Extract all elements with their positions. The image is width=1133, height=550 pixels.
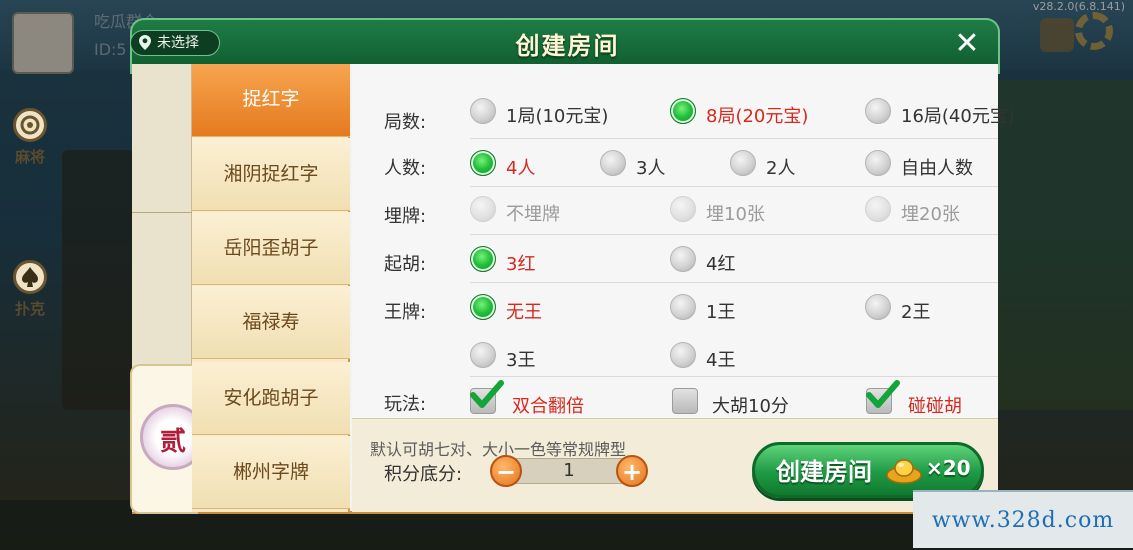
option-label: 1王 [706,302,736,323]
game-tab-chenzhou[interactable]: 郴州字牌 [192,436,350,509]
option-label: 16局(40元宝) [901,106,1015,127]
row-divider [470,138,998,139]
option-label: 2王 [901,302,931,323]
row-divider [470,376,998,377]
play-label: 玩法: [384,394,427,415]
radio-button [670,196,696,222]
score-increase-button[interactable]: + [616,455,648,487]
option-label: 3人 [636,158,666,179]
radio-button [600,150,626,176]
radio-button-selected [470,246,496,272]
option-label: 埋20张 [901,204,960,225]
radio-button [865,150,891,176]
game-tab-anhua[interactable]: 安化跑胡子 [192,362,350,435]
option-label: 8局(20元宝) [706,106,809,127]
plus-icon: + [621,458,643,486]
option-label: 不埋牌 [506,204,560,225]
score-value: 1 [563,460,575,481]
checkmark-icon [470,380,504,408]
gold-ingot-icon [886,459,922,484]
option-label: 1局(10元宝) [506,106,609,127]
option-label: 碰碰胡 [908,396,962,417]
score-label: 积分底分: [384,464,463,485]
close-icon: ✕ [954,26,980,61]
radio-button [670,294,696,320]
radio-button [470,98,496,124]
minus-icon: − [495,458,517,486]
create-room-label: 创建房间 [776,458,872,486]
option-label: 2人 [766,158,796,179]
location-pin-icon [139,35,151,50]
radio-button [865,196,891,222]
rounds-label: 局数: [384,112,427,133]
option-label: 3王 [506,350,536,371]
category-divider [132,212,192,213]
category-mahjong[interactable]: 麻将 [0,108,60,167]
category-label: 扑克 [14,300,45,318]
row-divider [470,234,998,235]
game-tab-yueyang[interactable]: 岳阳歪胡子 [192,212,350,285]
radio-button [470,342,496,368]
row-divider [470,282,998,283]
king-label: 王牌: [384,302,427,323]
game-tab-fulushou[interactable]: 福禄寿 [192,286,350,359]
players-label: 人数: [384,158,427,179]
location-button[interactable]: 未选择 [130,30,220,56]
option-label: 埋10张 [706,204,765,225]
create-cost: ×20 [926,456,971,480]
category-label: 麻将 [14,148,45,166]
option-label: 自由人数 [901,158,973,179]
option-label: 4王 [706,350,736,371]
bury-label: 埋牌: [384,206,427,227]
checkmark-icon [866,380,900,408]
radio-button [865,98,891,124]
radio-button [730,150,756,176]
location-label: 未选择 [157,35,199,51]
score-decrease-button[interactable]: − [490,455,522,487]
mahjong-tile-icon [13,108,47,142]
radio-button-selected [470,294,496,320]
watermark: www.328d.com [913,490,1133,548]
start-hu-label: 起胡: [384,254,427,275]
radio-button [670,342,696,368]
radio-button [670,246,696,272]
option-label: 双合翻倍 [512,396,584,417]
option-label: 4红 [706,254,736,275]
spade-icon [13,260,47,294]
close-button[interactable]: ✕ [950,28,984,62]
option-label: 4人 [506,158,536,179]
option-label: 3红 [506,254,536,275]
game-tab-zhuohongzi[interactable]: 捉红字 [192,64,350,137]
radio-button-selected [670,98,696,124]
row-divider [470,186,998,187]
option-label: 无王 [506,302,542,323]
radio-button-selected [470,150,496,176]
checkbox [672,388,698,414]
modal-title: 创建房间 [515,32,620,60]
game-tab-xiangyin[interactable]: 湘阴捉红字 [192,138,350,211]
category-poker[interactable]: 扑克 [0,260,60,319]
radio-button [865,294,891,320]
radio-button [470,196,496,222]
option-label: 大胡10分 [712,396,789,417]
